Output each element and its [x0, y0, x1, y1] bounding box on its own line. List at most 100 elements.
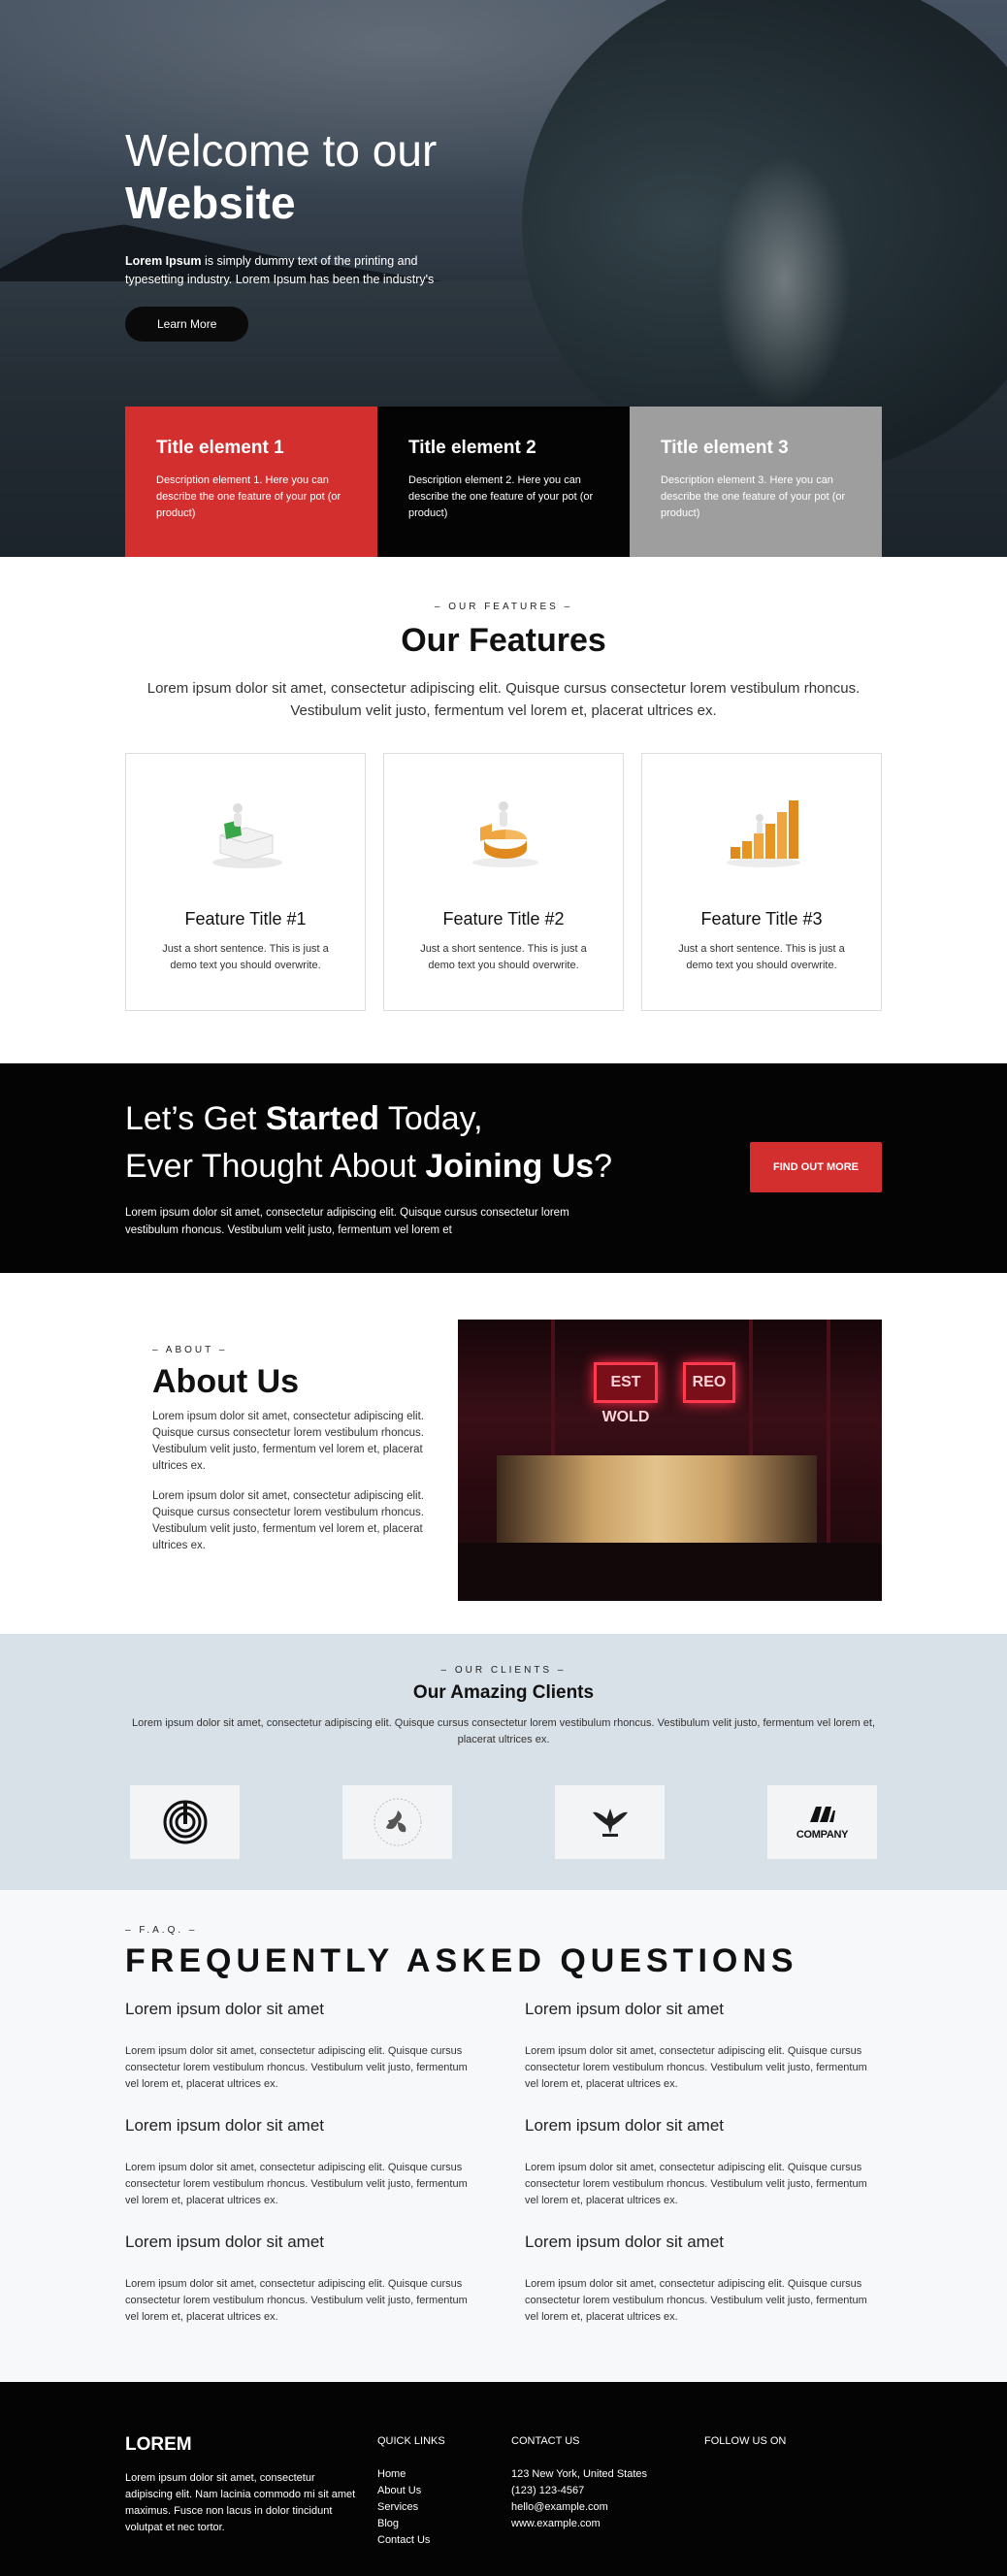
hero-content: Welcome to our Website Lorem Ipsum is si…: [125, 124, 513, 342]
company-logo-text: COMPANY: [796, 1828, 849, 1841]
faq-question: Lorem ipsum dolor sit amet: [525, 2116, 725, 2135]
clients-eyebrow: – OUR CLIENTS –: [440, 1665, 567, 1676]
hero-title: Welcome to our Website: [125, 124, 513, 229]
contact-title: CONTACT US: [511, 2435, 580, 2447]
follow-title: FOLLOW US ON: [704, 2435, 787, 2447]
faq-question: Lorem ipsum dolor sit amet: [125, 2000, 325, 2018]
footer-link-blog[interactable]: Blog: [377, 2516, 445, 2532]
about-text: – ABOUT – About Us Lorem ipsum dolor sit…: [152, 1345, 443, 1554]
company-logo: COMPANY: [796, 1805, 848, 1841]
faq-title: FREQUENTLY ASKED QUESTIONS: [125, 1942, 798, 1979]
bar-chart-stairs-icon: [713, 785, 810, 872]
feature-card-2: Feature Title #2 Just a short sentence. …: [383, 753, 624, 1011]
cta-heading: Let’s Get Started Today, Ever Thought Ab…: [125, 1095, 612, 1190]
title-element-desc: Description element 2. Here you can desc…: [408, 474, 594, 519]
footer-link-contact[interactable]: Contact Us: [377, 2532, 445, 2549]
client-logo-4: COMPANY: [767, 1785, 877, 1859]
neon-sign-2: REO: [683, 1362, 735, 1403]
find-out-more-button[interactable]: FIND OUT MORE: [750, 1142, 882, 1192]
about-photo: EST WOLD REO: [458, 1320, 882, 1601]
footer-link-home[interactable]: Home: [377, 2466, 445, 2483]
feature-text: Just a short sentence. This is just a de…: [162, 943, 329, 971]
circle-rings-logo-icon: [163, 1800, 207, 1844]
title-elements: Title element 1 Description element 1. H…: [125, 407, 882, 557]
about-eyebrow: – ABOUT –: [152, 1345, 228, 1355]
cta-line1-bold: Started: [265, 1100, 380, 1137]
footer-brand-text: Lorem ipsum dolor sit amet, consectetur …: [125, 2472, 356, 2533]
title-element-heading: Title element 3: [661, 438, 789, 458]
footer-link-services[interactable]: Services: [377, 2499, 445, 2516]
title-element-2: Title element 2 Description element 2. H…: [377, 407, 630, 557]
feature-card-1: Feature Title #1 Just a short sentence. …: [125, 753, 366, 1011]
feature-title: Feature Title #1: [184, 909, 307, 929]
clients-section: – OUR CLIENTS – Our Amazing Clients Lore…: [0, 1634, 1007, 1890]
cta-section: Let’s Get Started Today, Ever Thought Ab…: [0, 1063, 1007, 1273]
title-element-heading: Title element 2: [408, 438, 536, 458]
neon-sign-1: EST WOLD: [594, 1362, 658, 1425]
feature-title: Feature Title #2: [442, 909, 565, 929]
about-title: About Us: [152, 1363, 300, 1400]
faq-question: Lorem ipsum dolor sit amet: [125, 2233, 325, 2251]
client-logo-2: [342, 1785, 452, 1859]
features-section: – OUR FEATURES – Our Features Lorem ipsu…: [0, 557, 1007, 1063]
puzzle-figure-icon: [197, 785, 294, 872]
hero-description: Lorem Ipsum is simply dummy text of the …: [125, 252, 474, 289]
photo-storefront: [497, 1455, 817, 1543]
hero-description-bold: Lorem Ipsum: [125, 254, 202, 268]
features-lead: Lorem ipsum dolor sit amet, consectetur …: [146, 680, 861, 719]
contact-list: 123 New York, United States (123) 123-45…: [511, 2466, 647, 2532]
faq-answer: Lorem ipsum dolor sit amet, consectetur …: [125, 2278, 468, 2323]
cta-line1-light: Let’s Get: [125, 1100, 266, 1137]
footer-brand: LOREM: [125, 2434, 192, 2455]
title-element-1: Title element 1 Description element 1. H…: [125, 407, 377, 557]
clients-lead: Lorem ipsum dolor sit amet, consectetur …: [131, 1717, 876, 1745]
faq-section: – F.A.Q. – FREQUENTLY ASKED QUESTIONS Lo…: [0, 1890, 1007, 2382]
footer-follow: FOLLOW US ON: [704, 2435, 786, 2466]
about-section: – ABOUT – About Us Lorem ipsum dolor sit…: [0, 1273, 1007, 1634]
contact-phone[interactable]: (123) 123-4567: [511, 2483, 647, 2499]
faq-grid: Lorem ipsum dolor sit amet Lorem ipsum d…: [125, 2000, 882, 2349]
company-mark-icon: [809, 1806, 835, 1822]
title-element-desc: Description element 1. Here you can desc…: [156, 474, 341, 519]
cta-line2-light: Ever Thought About: [125, 1148, 426, 1185]
clients-title: Our Amazing Clients: [412, 1682, 595, 1703]
title-element-desc: Description element 3. Here you can desc…: [661, 474, 846, 519]
faq-answer: Lorem ipsum dolor sit amet, consectetur …: [125, 2045, 468, 2090]
client-logo-3: [555, 1785, 665, 1859]
footer-quick-links: QUICK LINKS Home About Us Services Blog …: [377, 2435, 445, 2549]
faq-question: Lorem ipsum dolor sit amet: [125, 2116, 325, 2135]
quick-links-title: QUICK LINKS: [377, 2435, 445, 2447]
learn-more-button[interactable]: Learn More: [125, 307, 249, 342]
photo-street: [458, 1543, 882, 1601]
client-logo-1: [130, 1785, 240, 1859]
pie-chart-figure-icon: [455, 785, 552, 872]
faq-item: Lorem ipsum dolor sit amet Lorem ipsum d…: [525, 2233, 882, 2349]
faq-eyebrow: – F.A.Q. –: [125, 1925, 198, 1936]
faq-question: Lorem ipsum dolor sit amet: [525, 2233, 725, 2251]
hero-section: Welcome to our Website Lorem Ipsum is si…: [0, 0, 1007, 557]
title-element-heading: Title element 1: [156, 438, 284, 458]
about-paragraph-1: Lorem ipsum dolor sit amet, consectetur …: [152, 1411, 424, 1472]
faq-item: Lorem ipsum dolor sit amet Lorem ipsum d…: [525, 2116, 882, 2233]
faq-item: Lorem ipsum dolor sit amet Lorem ipsum d…: [125, 2116, 482, 2233]
cta-line2-bold: Joining Us: [425, 1148, 595, 1185]
contact-email[interactable]: hello@example.com: [511, 2499, 647, 2516]
cta-line1-end: Today,: [379, 1100, 483, 1137]
feature-title: Feature Title #3: [700, 909, 823, 929]
quick-links-list: Home About Us Services Blog Contact Us: [377, 2466, 445, 2549]
footer-link-about[interactable]: About Us: [377, 2483, 445, 2499]
photo-beam: [827, 1320, 830, 1543]
cta-line2-end: ?: [594, 1148, 613, 1185]
feature-cards: Feature Title #1 Just a short sentence. …: [125, 753, 882, 1011]
faq-question: Lorem ipsum dolor sit amet: [525, 2000, 725, 2018]
features-title: Our Features: [401, 622, 606, 659]
triskelion-logo-icon: [374, 1798, 421, 1846]
faq-item: Lorem ipsum dolor sit amet Lorem ipsum d…: [125, 2000, 482, 2116]
feature-text: Just a short sentence. This is just a de…: [678, 943, 845, 971]
faq-answer: Lorem ipsum dolor sit amet, consectetur …: [525, 2162, 867, 2206]
title-element-3: Title element 3 Description element 3. H…: [630, 407, 882, 557]
faq-answer: Lorem ipsum dolor sit amet, consectetur …: [525, 2045, 867, 2090]
features-eyebrow: – OUR FEATURES –: [434, 602, 573, 612]
about-paragraph-2: Lorem ipsum dolor sit amet, consectetur …: [152, 1490, 424, 1551]
contact-website[interactable]: www.example.com: [511, 2516, 647, 2532]
